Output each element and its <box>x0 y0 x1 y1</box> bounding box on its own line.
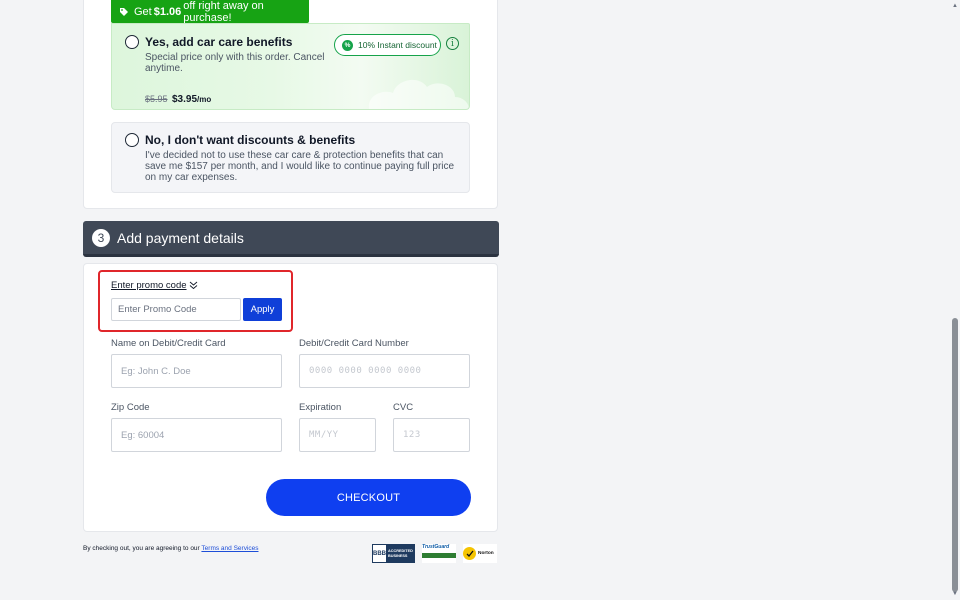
promo-code-toggle[interactable]: Enter promo code <box>111 280 198 291</box>
option-no-description: I've decided not to use these car care &… <box>145 150 455 183</box>
expiration-label: Expiration <box>299 402 342 413</box>
expiration-input[interactable] <box>299 418 376 452</box>
card-name-input[interactable] <box>111 354 282 388</box>
bbb-badge: BBB ACCREDITED BUSINESS <box>372 544 415 563</box>
cvc-input[interactable] <box>393 418 470 452</box>
norton-check-icon <box>463 547 476 560</box>
terms-link[interactable]: Terms and Services <box>201 545 258 552</box>
terms-notice: By checking out, you are agreeing to our… <box>83 545 259 552</box>
norton-text: Norton <box>478 550 494 556</box>
payment-section-header: 3 Add payment details <box>83 221 499 257</box>
trustguard-badge: TrustGuard <box>422 544 456 563</box>
bbb-seal: BBB <box>373 545 386 562</box>
name-label: Name on Debit/Credit Card <box>111 338 226 349</box>
new-price: $3.95/mo <box>172 94 211 105</box>
radio-yes[interactable] <box>125 35 139 49</box>
scroll-down-arrow-icon[interactable]: ▼ <box>951 591 959 597</box>
checkout-button[interactable]: CHECKOUT <box>266 479 471 516</box>
apply-promo-button[interactable]: Apply <box>243 298 282 321</box>
price-period: /mo <box>197 95 212 104</box>
option-no-card[interactable]: No, I don't want discounts & benefits I'… <box>111 122 470 193</box>
promo-code-input[interactable] <box>111 298 241 321</box>
terms-text: By checking out, you are agreeing to our <box>83 545 200 552</box>
card-number-label: Debit/Credit Card Number <box>299 338 409 349</box>
banner-prefix: Get <box>134 5 152 18</box>
tag-icon <box>119 7 129 17</box>
double-chevron-down-icon <box>189 281 198 290</box>
banner-amount: $1.06 <box>153 5 182 18</box>
bbb-text: ACCREDITED BUSINESS <box>388 549 413 558</box>
checkout-page: Get $1.06 off right away on purchase! Ye… <box>0 0 960 600</box>
cvc-label: CVC <box>393 402 414 413</box>
new-price-value: $3.95 <box>171 94 198 105</box>
percent-icon: % <box>342 39 353 51</box>
discount-label: 10% Instant discount <box>358 40 437 50</box>
option-no-title: No, I don't want discounts & benefits <box>145 133 356 147</box>
promo-toggle-label: Enter promo code <box>111 280 187 291</box>
zip-label: Zip Code <box>111 402 150 413</box>
price-row: $5.95 $3.95/mo <box>145 89 211 107</box>
card-number-input[interactable] <box>299 354 470 388</box>
norton-badge: Norton <box>463 544 497 563</box>
radio-no[interactable] <box>125 133 139 147</box>
option-yes-card[interactable]: Yes, add car care benefits Special price… <box>111 23 470 110</box>
step-number: 3 <box>92 228 110 247</box>
section-title: Add payment details <box>117 229 244 246</box>
option-yes-title: Yes, add car care benefits <box>145 35 293 49</box>
instant-discount-badge: % 10% Instant discount <box>334 34 441 56</box>
cloud-decoration <box>368 79 469 109</box>
scroll-up-arrow-icon[interactable]: ▲ <box>951 3 959 9</box>
trustguard-text: TrustGuard <box>422 544 450 550</box>
trustguard-bar <box>422 553 456 558</box>
banner-suffix: off right away on purchase! <box>183 0 264 24</box>
option-yes-description: Special price only with this order. Canc… <box>145 52 325 74</box>
scrollbar-thumb[interactable] <box>952 318 958 592</box>
old-price: $5.95 <box>145 94 168 104</box>
zip-code-input[interactable] <box>111 418 282 452</box>
discount-banner: Get $1.06 off right away on purchase! <box>111 0 309 24</box>
info-icon[interactable]: i <box>446 37 459 50</box>
